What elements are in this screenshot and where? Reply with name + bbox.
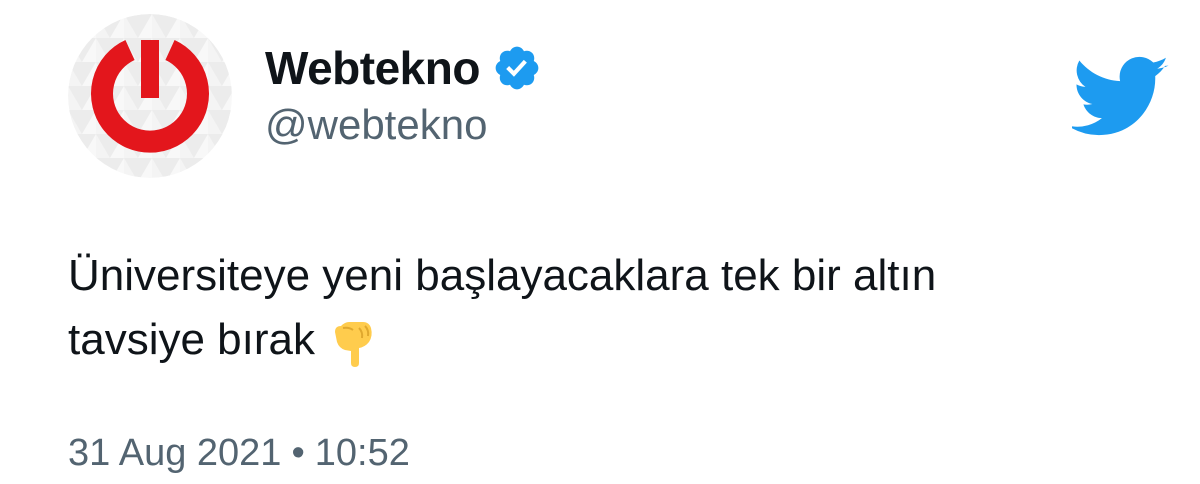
twitter-bird-icon[interactable] — [1068, 56, 1170, 136]
author-name-row: Webtekno — [265, 40, 542, 96]
tweet-card: Webtekno @webtekno Üniversiteye yeni baş… — [0, 0, 1200, 484]
tweet-time: 10:52 — [314, 432, 410, 474]
tweet-date: 31 Aug 2021 — [68, 432, 282, 474]
verified-badge-icon — [492, 43, 542, 93]
author-handle[interactable]: @webtekno — [265, 104, 487, 146]
separator-dot: • — [291, 432, 305, 474]
backhand-index-pointing-down-icon — [329, 308, 381, 368]
display-name[interactable]: Webtekno — [265, 45, 480, 91]
tweet-body: Üniversiteye yeni başlayacaklara tek bir… — [68, 251, 937, 364]
avatar[interactable] — [68, 14, 232, 178]
tweet-text: Üniversiteye yeni başlayacaklara tek bir… — [68, 244, 1158, 372]
timestamp-row[interactable]: 31 Aug 2021 • 10:52 — [68, 434, 410, 472]
power-button-logo-icon — [68, 14, 232, 178]
